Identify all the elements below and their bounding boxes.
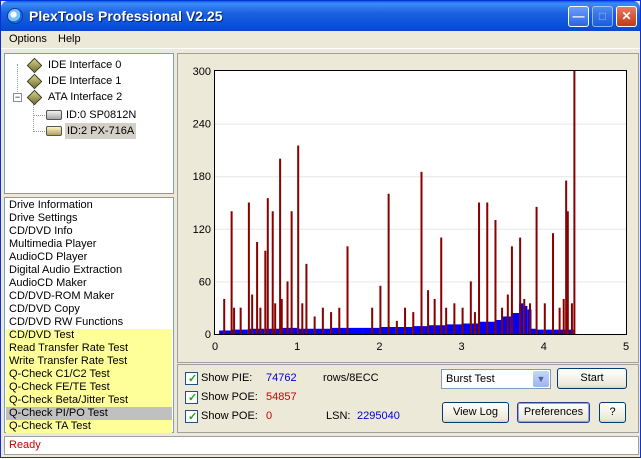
main-window: PlexTools Professional V2.25 — □ ✕ Optio…	[0, 0, 641, 458]
start-button[interactable]: Start	[557, 368, 627, 389]
show-poe-label: Show POE:	[201, 410, 258, 422]
lsn-label: LSN:	[326, 410, 351, 422]
tree-item-label: ATA Interface 2	[48, 91, 123, 103]
checkmark-icon: ✓	[188, 411, 198, 423]
tree-item-label: ID:2 PX-716A	[65, 123, 137, 139]
function-list[interactable]: Drive Information Drive Settings CD/DVD In…	[4, 197, 174, 433]
pof-value: 54857	[266, 391, 297, 403]
function-list-item[interactable]: CD/DVD-ROM Maker	[6, 290, 172, 303]
tree-item-label: IDE Interface 1	[48, 75, 122, 87]
function-list-item[interactable]: Drive Information	[6, 199, 172, 212]
minimize-button[interactable]: —	[568, 6, 589, 27]
status-text: Ready	[9, 439, 41, 451]
show-pof-label: Show POE:	[201, 391, 258, 403]
test-type-value: Burst Test	[446, 373, 495, 385]
show-pie-checkbox[interactable]: ✓	[185, 372, 198, 385]
interface-icon	[26, 73, 43, 90]
help-button[interactable]: ?	[599, 402, 626, 423]
collapse-toggle[interactable]: −	[13, 93, 22, 102]
tree-item-label: ID:0 SP0812N	[66, 109, 137, 121]
function-list-item[interactable]: CD/DVD Test	[6, 329, 172, 342]
checkmark-icon: ✓	[188, 392, 198, 404]
function-list-item[interactable]: Write Transfer Rate Test	[6, 355, 172, 368]
interface-icon	[26, 89, 43, 106]
function-list-item[interactable]: Q-Check TA Test	[6, 420, 172, 433]
function-list-item[interactable]: Multimedia Player	[6, 238, 172, 251]
show-poe-checkbox[interactable]: ✓	[185, 410, 198, 423]
function-list-item[interactable]: Read Transfer Rate Test	[6, 342, 172, 355]
interface-icon	[26, 57, 43, 74]
function-list-item[interactable]: Q-Check PI/PO Test	[6, 407, 172, 420]
function-list-item[interactable]: Q-Check Beta/Jitter Test	[6, 394, 172, 407]
test-type-select[interactable]: Burst Test ▼	[441, 369, 551, 389]
function-list-item[interactable]: CD/DVD Copy	[6, 303, 172, 316]
function-list-item[interactable]: Q-Check FE/TE Test	[6, 381, 172, 394]
show-pie-label: Show PIE:	[201, 372, 253, 384]
show-pof-checkbox[interactable]: ✓	[185, 391, 198, 404]
plextools-app-icon	[7, 8, 23, 24]
function-list-item[interactable]: CD/DVD RW Functions	[6, 316, 172, 329]
function-list-item[interactable]: CD/DVD Info	[6, 225, 172, 238]
maximize-icon: □	[598, 9, 607, 23]
close-icon: ✕	[621, 9, 632, 23]
preferences-button[interactable]: Preferences	[517, 402, 590, 423]
menu-options[interactable]: Options	[9, 33, 47, 45]
lsn-value: 2295040	[357, 410, 400, 422]
device-tree[interactable]: IDE Interface 0 IDE Interface 1 − ATA In…	[4, 53, 174, 194]
pie-value: 74762	[266, 372, 297, 384]
menu-bar: Options Help	[1, 31, 640, 49]
function-list-item[interactable]: Digital Audio Extraction	[6, 264, 172, 277]
maximize-button[interactable]: □	[592, 6, 613, 27]
title-bar[interactable]: PlexTools Professional V2.25 — □ ✕	[1, 1, 640, 31]
chevron-down-icon[interactable]: ▼	[533, 371, 549, 387]
function-list-item[interactable]: AudioCD Maker	[6, 277, 172, 290]
poe-value: 0	[266, 410, 273, 422]
pie-unit: rows/8ECC	[323, 372, 379, 384]
close-button[interactable]: ✕	[616, 6, 637, 27]
function-list-item[interactable]: Q-Check C1/C2 Test	[6, 368, 172, 381]
checkmark-icon: ✓	[188, 373, 198, 385]
view-log-button[interactable]: View Log	[442, 402, 509, 423]
optical-drive-icon	[46, 126, 62, 136]
function-list-item[interactable]: AudioCD Player	[6, 251, 172, 264]
window-title: PlexTools Professional V2.25	[29, 8, 223, 24]
tree-item-label: IDE Interface 0	[48, 59, 122, 71]
status-bar: Ready	[4, 436, 639, 455]
hard-drive-icon	[46, 110, 62, 120]
minimize-icon: —	[572, 9, 585, 23]
menu-help[interactable]: Help	[58, 33, 81, 45]
function-list-item[interactable]: Drive Settings	[6, 212, 172, 225]
chart-frame	[177, 53, 639, 363]
